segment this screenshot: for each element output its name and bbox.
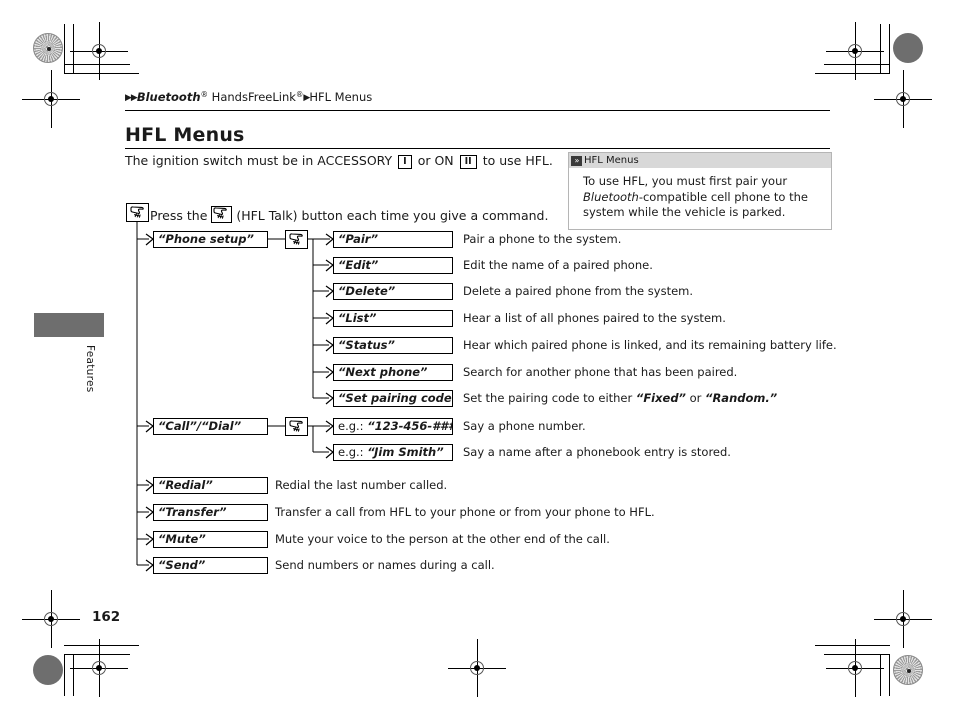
desc-emphasis-fixed: “Fixed” xyxy=(635,391,686,405)
on-key-badge: II xyxy=(459,155,477,169)
intro-before: The ignition switch must be in ACCESSORY xyxy=(125,153,393,168)
hfl-talk-icon xyxy=(285,417,308,436)
flow-node-edit[interactable]: “Edit” xyxy=(333,257,453,274)
talk-prompt-after: (HFL Talk) button each time you give a c… xyxy=(232,208,549,223)
flow-desc-edit: Edit the name of a paired phone. xyxy=(463,258,653,272)
crop-line xyxy=(73,654,74,696)
flow-node-pair[interactable]: “Pair” xyxy=(333,231,453,248)
example-prefix: e.g.: xyxy=(338,445,368,459)
registration-cross xyxy=(826,22,884,80)
flow-node-delete[interactable]: “Delete” xyxy=(333,283,453,300)
flow-desc-list: Hear a list of all phones paired to the … xyxy=(463,311,726,325)
crop-line xyxy=(64,73,139,74)
flow-node-mute[interactable]: “Mute” xyxy=(153,531,268,548)
flow-node-example-number[interactable]: e.g.: “123-456-####” xyxy=(333,418,453,435)
flow-desc-pair: Pair a phone to the system. xyxy=(463,232,622,246)
info-callout-body: To use HFL, you must first pair your Blu… xyxy=(569,168,831,229)
registration-cross xyxy=(70,639,128,697)
registration-cross xyxy=(70,22,128,80)
crop-line xyxy=(64,645,139,646)
flow-desc-example-name: Say a name after a phonebook entry is st… xyxy=(463,445,731,459)
registration-cross xyxy=(874,590,932,648)
accessory-key-badge: I xyxy=(398,155,412,169)
breadcrumb-brand-superscript: ® xyxy=(200,90,209,99)
flow-node-send[interactable]: “Send” xyxy=(153,557,268,574)
flow-desc-status: Hear which paired phone is linked, and i… xyxy=(463,338,837,352)
crop-line xyxy=(889,654,890,696)
hfl-talk-icon xyxy=(126,203,149,222)
registration-blob-bottom-left xyxy=(33,655,63,685)
info-body-emphasis: Bluetooth xyxy=(583,189,639,204)
talk-prompt-before: Press the xyxy=(150,208,212,223)
double-chevron-icon: » xyxy=(571,155,582,166)
example-prefix: e.g.: xyxy=(338,419,368,433)
intro-text: The ignition switch must be in ACCESSORY… xyxy=(125,153,553,169)
crop-line xyxy=(815,645,890,646)
page-title: HFL Menus xyxy=(125,124,245,146)
hfl-talk-glyph xyxy=(130,206,144,218)
example-value: “Jim Smith” xyxy=(367,445,444,459)
registration-cross xyxy=(22,70,80,128)
flow-node-list[interactable]: “List” xyxy=(333,310,453,327)
flow-node-status[interactable]: “Status” xyxy=(333,337,453,354)
intro-after: to use HFL. xyxy=(482,153,553,168)
registration-cross xyxy=(448,639,506,697)
registration-starburst-bottom-right xyxy=(893,655,923,685)
info-callout-box: » HFL Menus To use HFL, you must first p… xyxy=(568,152,832,230)
flow-node-phone-setup[interactable]: “Phone setup” xyxy=(153,231,268,248)
registration-cross xyxy=(22,590,80,648)
hfl-talk-icon xyxy=(285,230,308,249)
flow-desc-next-phone: Search for another phone that has been p… xyxy=(463,365,738,379)
flow-desc-set-pairing-code: Set the pairing code to either “Fixed” o… xyxy=(463,391,777,405)
page-number: 162 xyxy=(92,609,121,625)
hfl-talk-instruction: Press the (HFL Talk) button each time yo… xyxy=(150,206,548,223)
flow-node-next-phone[interactable]: “Next phone” xyxy=(333,364,453,381)
desc-part2: or xyxy=(685,391,706,405)
desc-part1: Set the pairing code to either xyxy=(463,391,636,405)
crop-line xyxy=(64,654,65,696)
registration-blob-top-right xyxy=(893,33,923,63)
breadcrumb-brand: Bluetooth xyxy=(136,90,201,104)
intro-middle: or ON xyxy=(417,153,454,168)
title-divider xyxy=(125,148,830,149)
registration-cross xyxy=(826,639,884,697)
section-tab-block xyxy=(34,313,104,337)
flow-node-redial[interactable]: “Redial” xyxy=(153,477,268,494)
flow-desc-transfer: Transfer a call from HFL to your phone o… xyxy=(275,505,655,519)
hfl-talk-icon-inline xyxy=(211,206,233,223)
breadcrumb-divider xyxy=(125,110,830,111)
breadcrumb-section: HFL Menus xyxy=(309,90,373,104)
crop-line xyxy=(73,24,74,73)
flow-desc-redial: Redial the last number called. xyxy=(275,478,448,492)
section-tab-label: Features xyxy=(84,345,96,393)
info-callout-header: » HFL Menus xyxy=(569,153,831,168)
flow-desc-example-number: Say a phone number. xyxy=(463,419,586,433)
info-callout-title: HFL Menus xyxy=(584,155,639,166)
flow-desc-mute: Mute your voice to the person at the oth… xyxy=(275,532,610,546)
flow-connector-lines xyxy=(136,222,334,572)
crop-line xyxy=(889,24,890,73)
example-value: “123-456-####” xyxy=(367,419,452,433)
crop-line xyxy=(880,24,881,73)
breadcrumb: ▶▶Bluetooth® HandsFreeLink®▶HFL Menus xyxy=(125,90,372,104)
flow-node-transfer[interactable]: “Transfer” xyxy=(153,504,268,521)
info-body-part1: To use HFL, you must first pair your xyxy=(583,174,788,188)
flow-node-call-dial[interactable]: “Call”/“Dial” xyxy=(153,418,268,435)
breadcrumb-product: HandsFreeLink xyxy=(208,90,296,104)
flow-node-set-pairing-code[interactable]: “Set pairing code” xyxy=(333,390,453,407)
crop-line xyxy=(815,73,890,74)
desc-emphasis-random: “Random.” xyxy=(705,391,778,405)
registration-starburst-top-left xyxy=(33,33,63,63)
crop-line xyxy=(880,654,881,696)
crop-line xyxy=(64,24,65,73)
flow-desc-delete: Delete a paired phone from the system. xyxy=(463,284,694,298)
registration-cross xyxy=(874,70,932,128)
flow-desc-send: Send numbers or names during a call. xyxy=(275,558,495,572)
flow-node-example-name[interactable]: e.g.: “Jim Smith” xyxy=(333,444,453,461)
